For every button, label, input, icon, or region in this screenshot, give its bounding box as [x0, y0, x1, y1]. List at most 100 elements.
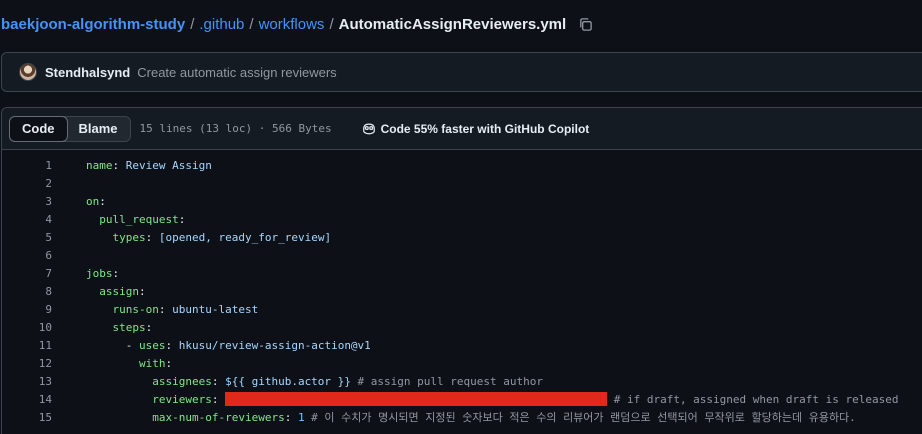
avatar[interactable]	[19, 63, 37, 81]
line-number[interactable]: 10	[2, 321, 52, 334]
code-line: 7 jobs:	[2, 264, 922, 282]
line-number[interactable]: 2	[2, 177, 52, 190]
code-line: 14 reviewers: # if draft, assigned when …	[2, 390, 922, 408]
breadcrumb: baekjoon-algorithm-study / .github / wor…	[1, 13, 594, 35]
yaml-value: ${{ github.actor }}	[225, 374, 351, 388]
yaml-dash: -	[125, 338, 139, 352]
yaml-colon: :	[284, 410, 298, 424]
yaml-key: types	[112, 230, 146, 244]
yaml-comment: # 이 수치가 명시되면 지정된 숫자보다 적은 수의 리뷰어가 랜덤으로 선택…	[304, 411, 856, 424]
commit-message-link[interactable]: Create automatic assign reviewers	[137, 65, 336, 80]
breadcrumb-github-folder-link[interactable]: .github	[199, 16, 244, 33]
yaml-colon: :	[178, 212, 186, 226]
breadcrumb-workflows-folder-link[interactable]: workflows	[259, 16, 325, 33]
yaml-comment: # assign pull request author	[350, 374, 543, 388]
code-line: 11 - uses: hkusu/review-assign-action@v1	[2, 336, 922, 354]
yaml-colon: :	[112, 158, 126, 172]
code-line: 15 max-num-of-reviewers: 1 # 이 수치가 명시되면 …	[2, 408, 922, 426]
line-number[interactable]: 14	[2, 393, 52, 406]
yaml-colon: :	[211, 392, 226, 406]
code-line: 10 steps:	[2, 318, 922, 336]
breadcrumb-separator: /	[190, 15, 195, 33]
code-line: 2	[2, 174, 922, 192]
yaml-key: pull_request	[99, 212, 179, 226]
yaml-key: runs-on	[112, 302, 159, 316]
yaml-colon: :	[139, 284, 146, 298]
commit-author-link[interactable]: Stendhalsynd	[45, 65, 130, 80]
yaml-value: [opened, ready_for_review]	[158, 230, 332, 244]
latest-commit-bar: Stendhalsynd Create automatic assign rev…	[1, 52, 922, 92]
yaml-comment: # if draft, assigned when draft is relea…	[607, 392, 899, 406]
code-line: 8 assign:	[2, 282, 922, 300]
copilot-promo-label: Code 55% faster with GitHub Copilot	[380, 121, 590, 136]
line-number[interactable]: 13	[2, 375, 52, 388]
yaml-key: with	[138, 356, 166, 370]
code-line: 3 on:	[2, 192, 922, 210]
yaml-key: assign	[99, 284, 139, 298]
yaml-key: uses	[139, 338, 166, 352]
line-number[interactable]: 12	[2, 357, 52, 370]
yaml-value: Review Assign	[125, 158, 212, 172]
yaml-key: on	[86, 194, 100, 208]
line-number[interactable]: 9	[2, 303, 52, 316]
breadcrumb-file-name: AutomaticAssignReviewers.yml	[338, 15, 567, 33]
code-line: 13 assignees: ${{ github.actor }} # assi…	[2, 372, 922, 390]
code-line: 5 types: [opened, ready_for_review]	[2, 228, 922, 246]
line-number[interactable]: 7	[2, 267, 52, 280]
view-mode-toggle: Code Blame	[9, 115, 131, 142]
yaml-colon: :	[165, 338, 179, 352]
line-number[interactable]: 4	[2, 213, 52, 226]
copy-path-button[interactable]	[576, 15, 594, 33]
code-line: 12 with:	[2, 354, 922, 372]
yaml-key: max-num-of-reviewers	[152, 410, 285, 424]
file-header: Code Blame 15 lines (13 loc) · 566 Bytes…	[2, 108, 922, 150]
yaml-key: reviewers	[152, 392, 212, 406]
code-line: 9 runs-on: ubuntu-latest	[2, 300, 922, 318]
line-number[interactable]: 8	[2, 285, 52, 298]
yaml-colon: :	[211, 374, 226, 388]
yaml-colon: :	[158, 302, 173, 316]
line-number[interactable]: 3	[2, 195, 52, 208]
tab-code[interactable]: Code	[9, 115, 68, 142]
yaml-value: 1	[297, 410, 305, 424]
line-number[interactable]: 15	[2, 411, 52, 424]
yaml-value: ubuntu-latest	[172, 302, 259, 316]
file-viewer: Code Blame 15 lines (13 loc) · 566 Bytes…	[1, 107, 922, 434]
code-line: 4 pull_request:	[2, 210, 922, 228]
yaml-value: hkusu/review-assign-action@v1	[178, 338, 371, 352]
redaction-block	[225, 392, 608, 406]
line-number[interactable]: 5	[2, 231, 52, 244]
line-number[interactable]: 6	[2, 249, 52, 262]
breadcrumb-separator: /	[249, 15, 254, 33]
code-line: 6	[2, 246, 922, 264]
yaml-colon: :	[99, 194, 106, 208]
yaml-colon: :	[165, 356, 173, 370]
yaml-key: jobs	[86, 266, 113, 280]
code-content: 1 name: Review Assign 2 3 on: 4 pull_req…	[2, 150, 922, 426]
file-info: 15 lines (13 loc) · 566 Bytes	[139, 122, 332, 135]
file-view-page: baekjoon-algorithm-study / .github / wor…	[0, 0, 922, 434]
yaml-key: steps	[112, 320, 146, 334]
line-number[interactable]: 11	[2, 339, 52, 352]
copilot-icon	[362, 123, 375, 135]
yaml-colon: :	[145, 230, 159, 244]
line-number[interactable]: 1	[2, 159, 52, 172]
copilot-promo-button[interactable]: Code 55% faster with GitHub Copilot	[362, 121, 590, 136]
yaml-colon: :	[112, 266, 120, 280]
code-line: 1 name: Review Assign	[2, 156, 922, 174]
copy-icon	[579, 17, 592, 31]
breadcrumb-separator: /	[329, 15, 334, 33]
yaml-colon: :	[145, 320, 153, 334]
breadcrumb-repo-link[interactable]: baekjoon-algorithm-study	[1, 16, 185, 33]
tab-blame[interactable]: Blame	[67, 117, 130, 141]
